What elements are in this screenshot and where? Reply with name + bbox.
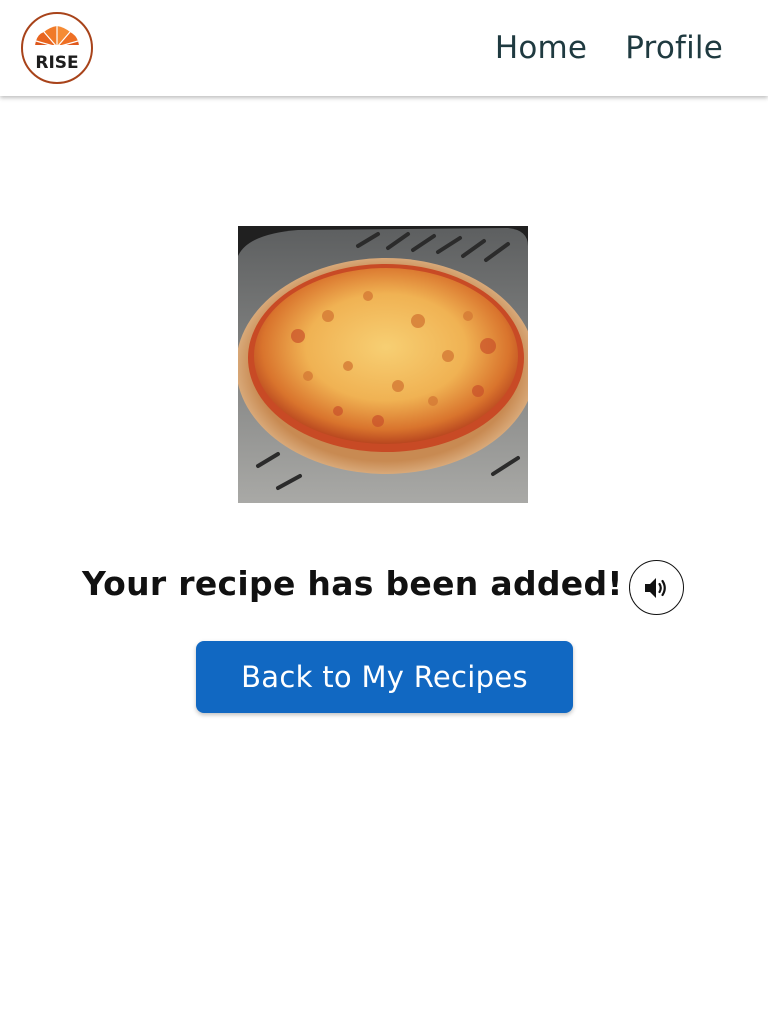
read-aloud-button[interactable] [629, 560, 684, 615]
nav-profile-link[interactable]: Profile [625, 30, 723, 66]
svg-text:RISE: RISE [35, 53, 78, 73]
nav-home-link[interactable]: Home [495, 30, 587, 66]
rise-logo-icon: RISE [21, 12, 93, 84]
recipe-image [238, 226, 528, 503]
rise-logo[interactable]: RISE [20, 11, 94, 85]
speaker-volume-icon [644, 577, 666, 598]
confirmation-message: Your recipe has been added! [82, 564, 623, 603]
confirmation-row: Your recipe has been added! [0, 558, 768, 620]
top-navbar: RISE Home Profile [0, 0, 768, 96]
main-nav: Home Profile [495, 0, 723, 96]
back-to-my-recipes-button[interactable]: Back to My Recipes [196, 641, 573, 713]
